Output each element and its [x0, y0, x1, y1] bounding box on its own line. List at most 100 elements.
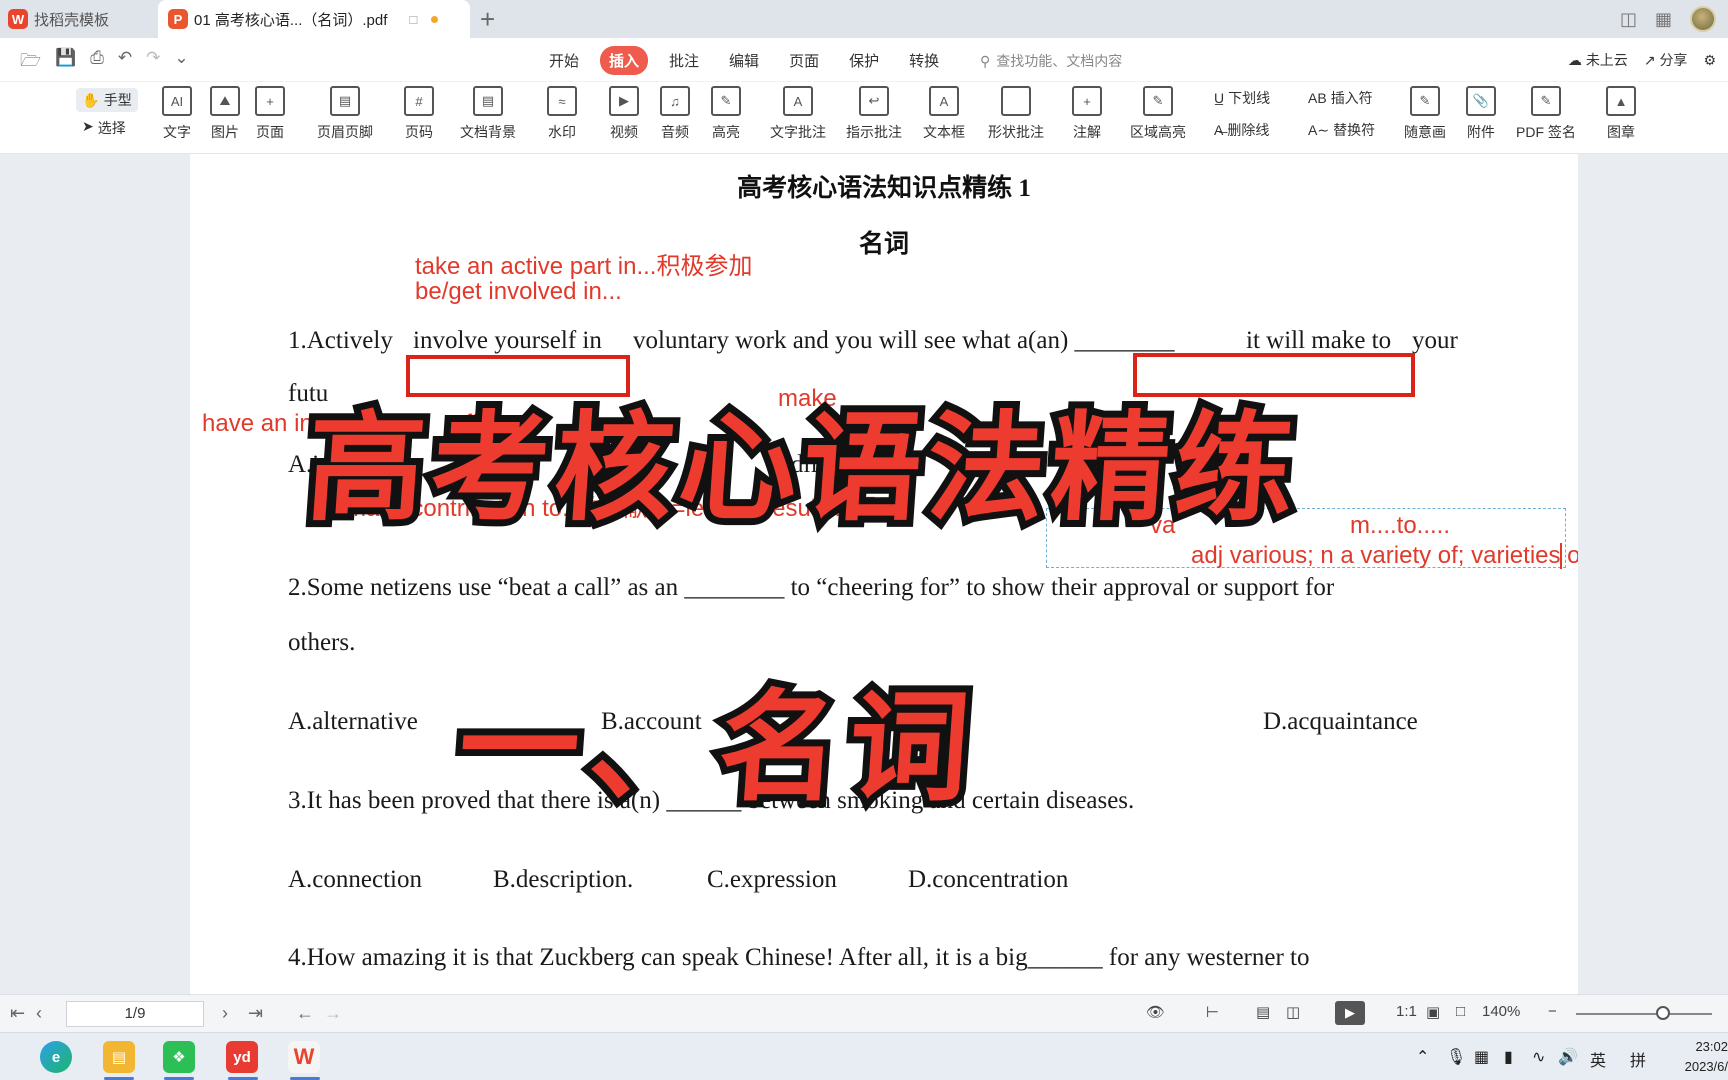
- annotation-involved[interactable]: be/get involved in...: [415, 278, 622, 306]
- ime-language[interactable]: 英: [1590, 1047, 1606, 1071]
- page-number-tool[interactable]: # 页码: [404, 86, 434, 142]
- print-icon[interactable]: ⎙: [90, 48, 104, 77]
- system-clock[interactable]: 23:02 2023/6/: [1668, 1037, 1728, 1077]
- menu-insert[interactable]: 插入: [600, 46, 649, 75]
- customize-chevron-icon[interactable]: ⌄: [174, 48, 188, 77]
- menu-page[interactable]: 页面: [780, 46, 828, 75]
- doc-background-label: 文档背景: [460, 124, 516, 140]
- zoom-level[interactable]: 140%: [1482, 1003, 1520, 1020]
- shape-comment-tool[interactable]: 形状批注: [988, 86, 1044, 142]
- last-page-icon[interactable]: ⇥: [248, 1003, 263, 1024]
- insert-mark-label: 插入符: [1330, 90, 1373, 106]
- app-tray-icon[interactable]: ▦: [1474, 1047, 1489, 1067]
- volume-icon[interactable]: 🔊: [1558, 1047, 1578, 1067]
- cloud-status-button[interactable]: ☁ 未上云: [1568, 50, 1628, 70]
- ime-mode[interactable]: 拼: [1630, 1047, 1646, 1071]
- select-tool-button[interactable]: ➤ 选择: [82, 118, 126, 138]
- feature-search[interactable]: ⚲ 查找功能、文档内容: [980, 51, 1122, 71]
- search-icon: ⚲: [980, 52, 991, 69]
- page-number-input[interactable]: 1/9: [66, 1001, 204, 1027]
- microphone-icon[interactable]: 🎙: [1446, 1047, 1466, 1067]
- audio-tool[interactable]: ♫ 音频: [660, 86, 690, 142]
- wifi-icon[interactable]: ∿: [1532, 1047, 1545, 1067]
- forward-icon[interactable]: →: [324, 1003, 342, 1024]
- back-icon[interactable]: ←: [296, 1003, 314, 1024]
- open-folder-icon[interactable]: 🗁: [20, 48, 41, 77]
- watermark-tool[interactable]: ≈ 水印: [547, 86, 577, 142]
- image-tool[interactable]: ⛰ 图片: [210, 86, 240, 142]
- tab-document[interactable]: P 01 高考核心语...（名词）.pdf □: [158, 0, 470, 38]
- pointer-comment-tool[interactable]: ↩ 指示批注: [846, 86, 902, 142]
- book-view-icon[interactable]: ◫: [1286, 1003, 1300, 1021]
- video-icon: ▶: [609, 86, 639, 116]
- layout-icon[interactable]: ◫: [1620, 9, 1637, 30]
- tab-template[interactable]: W 找稻壳模板: [0, 0, 156, 38]
- stamp-tool[interactable]: ▲ 图章: [1606, 86, 1636, 142]
- menu-start[interactable]: 开始: [540, 46, 588, 75]
- highlight-tool[interactable]: ✎ 高亮: [711, 86, 741, 142]
- pdf-sign-tool[interactable]: ✎ PDF 签名: [1516, 86, 1576, 142]
- annotation-various[interactable]: adj various; n a variety of; varieties o…: [1191, 542, 1578, 570]
- insert-mark-tool[interactable]: AB 插入符: [1308, 88, 1373, 108]
- strikethrough-tool[interactable]: A̶ 删除线: [1214, 120, 1269, 140]
- youdao-icon[interactable]: yd: [226, 1041, 258, 1073]
- menu-protect[interactable]: 保护: [840, 46, 888, 75]
- replace-mark-tool[interactable]: A∼ 替换符: [1308, 120, 1375, 140]
- grid-apps-icon[interactable]: ▦: [1655, 9, 1672, 30]
- textbox-tool[interactable]: A 文本框: [923, 86, 965, 142]
- battery-icon[interactable]: ▮: [1504, 1047, 1513, 1067]
- q3-option-d: D.concentration: [908, 866, 1069, 893]
- monitor-icon[interactable]: □: [409, 12, 417, 27]
- underline-tool[interactable]: U̲ 下划线: [1214, 88, 1270, 108]
- area-highlight-tool[interactable]: ✎ 区域高亮: [1130, 86, 1186, 142]
- highlighter-icon: ✎: [711, 86, 741, 116]
- freehand-tool[interactable]: ✎ 随意画: [1404, 86, 1446, 142]
- text-tool[interactable]: AI 文字: [162, 86, 192, 142]
- first-page-icon[interactable]: ⇤: [10, 1003, 25, 1024]
- page-tool[interactable]: + 页面: [255, 86, 285, 142]
- image-tool-label: 图片: [211, 124, 239, 140]
- attachment-tool[interactable]: 📎 附件: [1466, 86, 1496, 142]
- header-footer-tool[interactable]: ▤ 页眉页脚: [317, 86, 373, 142]
- strikethrough-label: 删除线: [1227, 122, 1270, 138]
- tray-chevron-icon[interactable]: ⌃: [1416, 1047, 1429, 1067]
- menu-convert[interactable]: 转换: [900, 46, 948, 75]
- zoom-out-icon[interactable]: −: [1548, 1003, 1557, 1020]
- rectangle-icon: [1001, 86, 1031, 116]
- next-page-icon[interactable]: ›: [222, 1003, 228, 1024]
- q1-boxed-phrase-2: it will make to: [1246, 327, 1392, 354]
- doc-background-tool[interactable]: ▤ 文档背景: [460, 86, 516, 142]
- menu-comment[interactable]: 批注: [660, 46, 708, 75]
- share-button[interactable]: ↗ 分享: [1644, 50, 1688, 70]
- annotation-tool[interactable]: + 注解: [1072, 86, 1102, 142]
- overlay-subtitle: 一、名词: [447, 672, 991, 825]
- settings-gear-icon[interactable]: ⚙: [1703, 52, 1716, 69]
- file-explorer-icon[interactable]: ▤: [103, 1041, 135, 1073]
- wps-office-icon[interactable]: W: [288, 1041, 320, 1073]
- fit-page-icon[interactable]: ▣: [1426, 1003, 1440, 1021]
- edge-browser-icon[interactable]: e: [40, 1041, 72, 1073]
- redo-icon[interactable]: ↷: [146, 48, 160, 77]
- save-icon[interactable]: 💾: [55, 48, 76, 77]
- zoom-mode-icon[interactable]: □: [1456, 1003, 1465, 1020]
- prev-page-icon[interactable]: ‹: [36, 1003, 42, 1024]
- text-comment-tool[interactable]: A 文字批注: [770, 86, 826, 142]
- single-page-icon[interactable]: ▤: [1256, 1003, 1270, 1021]
- play-slideshow-button[interactable]: ▶: [1335, 1001, 1365, 1025]
- annotation-take-part[interactable]: take an active part in...积极参加: [415, 246, 752, 281]
- new-tab-button[interactable]: +: [480, 4, 495, 35]
- fit-width-icon[interactable]: ⊢: [1206, 1003, 1219, 1021]
- eye-protection-icon[interactable]: 👁: [1146, 1003, 1165, 1021]
- wechat-icon[interactable]: ❖: [163, 1041, 195, 1073]
- zoom-slider-handle[interactable]: [1656, 1006, 1670, 1020]
- zoom-slider[interactable]: [1576, 1013, 1712, 1015]
- undo-icon[interactable]: ↶: [118, 48, 132, 77]
- os-taskbar: e ▤ ❖ yd W ⌃ 🎙 ▦ ▮ ∿ 🔊 英 拼 23:02 2023/6/: [0, 1032, 1728, 1080]
- menu-edit[interactable]: 编辑: [720, 46, 768, 75]
- actual-size-icon[interactable]: 1:1: [1396, 1003, 1417, 1020]
- annotation-m-to[interactable]: m....to.....: [1350, 512, 1450, 540]
- user-avatar[interactable]: [1690, 6, 1716, 32]
- hand-tool-button[interactable]: ✋ 手型: [76, 88, 138, 112]
- text-comment-label: 文字批注: [770, 124, 826, 140]
- video-tool[interactable]: ▶ 视频: [609, 86, 639, 142]
